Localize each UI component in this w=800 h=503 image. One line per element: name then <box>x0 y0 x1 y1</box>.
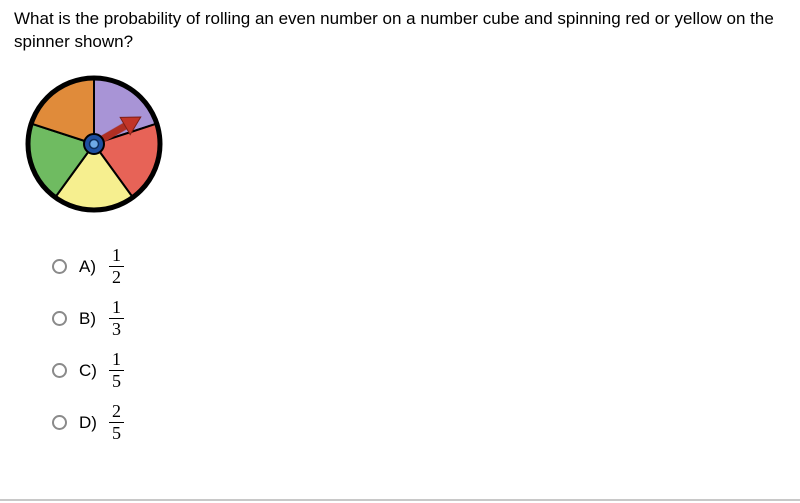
radio-icon[interactable] <box>52 415 67 430</box>
fraction-numerator: 1 <box>109 298 124 318</box>
choice-b[interactable]: B) 1 3 <box>52 293 786 345</box>
choice-label: A) <box>79 257 107 277</box>
spinner-figure <box>20 70 786 223</box>
fraction-numerator: 1 <box>109 350 124 370</box>
fraction-denominator: 5 <box>109 370 124 391</box>
choice-d[interactable]: D) 2 5 <box>52 397 786 449</box>
fraction-denominator: 3 <box>109 318 124 339</box>
choice-label: C) <box>79 361 107 381</box>
fraction-numerator: 1 <box>109 246 124 266</box>
radio-icon[interactable] <box>52 311 67 326</box>
choice-c[interactable]: C) 1 5 <box>52 345 786 397</box>
choice-fraction: 1 3 <box>109 298 124 339</box>
spinner-svg <box>20 70 168 218</box>
fraction-numerator: 2 <box>109 402 124 422</box>
choice-fraction: 1 2 <box>109 246 124 287</box>
radio-icon[interactable] <box>52 259 67 274</box>
choice-label: B) <box>79 309 107 329</box>
divider-line <box>0 499 800 501</box>
fraction-denominator: 5 <box>109 422 124 443</box>
choice-a[interactable]: A) 1 2 <box>52 241 786 293</box>
choice-label: D) <box>79 413 107 433</box>
radio-icon[interactable] <box>52 363 67 378</box>
choice-fraction: 2 5 <box>109 402 124 443</box>
question-text: What is the probability of rolling an ev… <box>14 8 786 54</box>
choice-fraction: 1 5 <box>109 350 124 391</box>
fraction-denominator: 2 <box>109 266 124 287</box>
answer-choices: A) 1 2 B) 1 3 C) 1 5 D) 2 5 <box>52 241 786 449</box>
